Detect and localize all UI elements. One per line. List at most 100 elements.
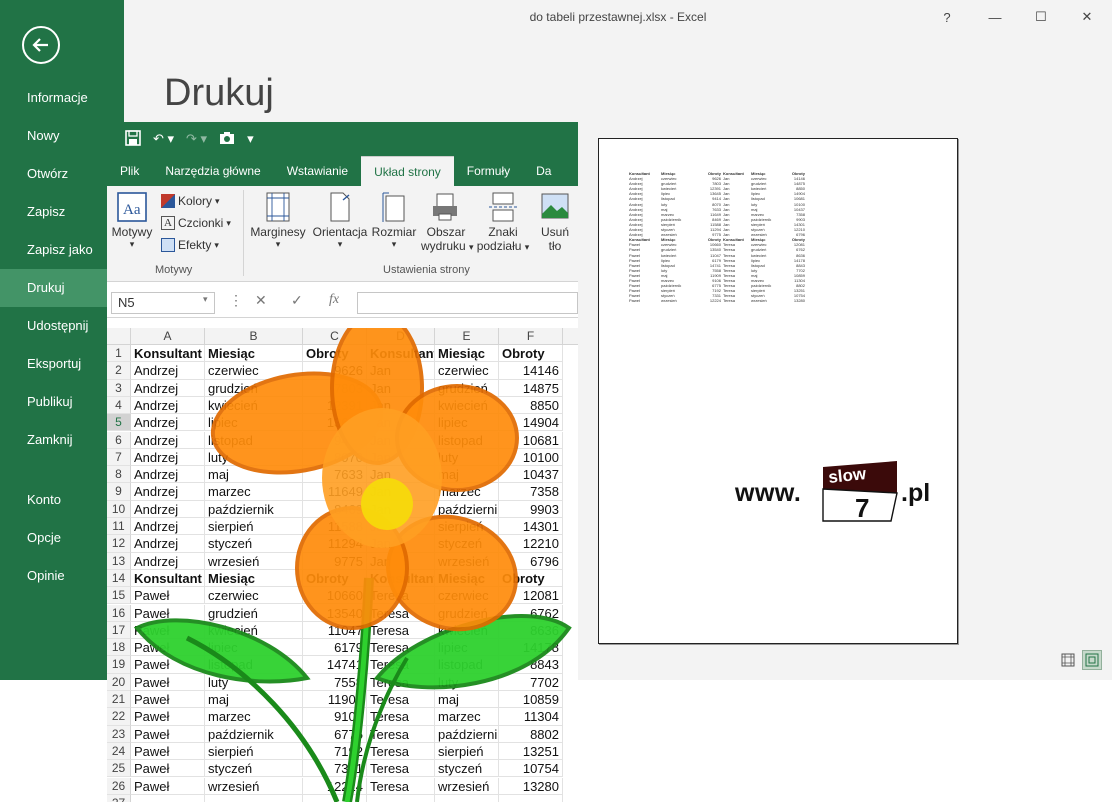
cell[interactable]: luty (205, 448, 303, 467)
row-header[interactable]: 8 (107, 466, 131, 484)
column-header-a[interactable]: A (131, 328, 205, 345)
cell[interactable]: 11294 (303, 535, 367, 553)
cell[interactable]: Teresa (367, 742, 435, 761)
cell[interactable]: 6179 (303, 639, 367, 657)
cell[interactable]: Jan (367, 552, 435, 570)
rozmiar-button[interactable]: Rozmiar ▾ (371, 192, 417, 250)
row-header[interactable]: 27 (107, 794, 131, 802)
cell[interactable]: luty (435, 673, 499, 691)
cell[interactable]: 10859 (499, 691, 563, 709)
row-header[interactable]: 23 (107, 725, 131, 743)
cell[interactable]: Konsultant (131, 569, 205, 588)
redo-icon[interactable]: ↷ ▾ (186, 131, 207, 147)
tab-dane[interactable]: Da (523, 156, 564, 186)
cell[interactable]: marzec (205, 708, 303, 726)
cell[interactable]: 8636 (499, 621, 563, 640)
nav-publikuj[interactable]: Publikuj (0, 383, 124, 421)
tab-narzedzia-glowne[interactable]: Narzędzia główne (152, 156, 273, 186)
cell[interactable]: kwiecień (435, 396, 499, 415)
cell[interactable]: lipiec (205, 639, 303, 657)
cell[interactable]: Jan (367, 431, 435, 449)
cell[interactable]: Teresa (367, 639, 435, 657)
cell[interactable]: 12224 (303, 777, 367, 795)
cell[interactable]: Teresa (367, 708, 435, 726)
cell[interactable]: Miesiąc (435, 345, 499, 363)
cell[interactable]: Miesiąc (205, 345, 303, 363)
cell[interactable]: 6796 (499, 552, 563, 570)
cell[interactable]: 7358 (499, 483, 563, 501)
cell[interactable]: wrzesień (205, 777, 303, 795)
cell[interactable] (367, 794, 435, 802)
nav-udostepnij[interactable]: Udostępnij (0, 307, 124, 345)
cell[interactable]: 14178 (499, 639, 563, 657)
cell[interactable]: 14301 (499, 518, 563, 536)
close-button[interactable]: ✕ (1064, 0, 1110, 34)
row-header[interactable]: 22 (107, 708, 131, 726)
cell[interactable]: Jan (367, 414, 435, 432)
cell[interactable]: Paweł (131, 708, 205, 726)
cell[interactable]: 13251 (499, 742, 563, 761)
cell[interactable]: Teresa (367, 587, 435, 605)
nav-opinie[interactable]: Opinie (0, 557, 124, 595)
cell[interactable]: Andrzej (131, 431, 205, 449)
row-header[interactable]: 9 (107, 483, 131, 501)
cell[interactable]: październik (205, 500, 303, 518)
cell[interactable]: Obroty (499, 345, 563, 363)
cell[interactable]: czerwiec (205, 587, 303, 605)
cell[interactable]: sierpień (205, 518, 303, 536)
nav-nowy[interactable]: Nowy (0, 117, 124, 155)
name-box-dropdown-icon[interactable]: ▾ (203, 294, 208, 305)
cell[interactable]: 7192 (303, 742, 367, 761)
cell[interactable]: Teresa (367, 725, 435, 743)
row-header[interactable]: 13 (107, 552, 131, 570)
cell[interactable]: 13540 (303, 604, 367, 622)
cell[interactable]: luty (205, 673, 303, 691)
cell[interactable]: maj (435, 691, 499, 709)
cell[interactable]: wrzesień (435, 777, 499, 795)
cell[interactable]: 13280 (499, 777, 563, 795)
cell[interactable]: maj (205, 691, 303, 709)
maximize-button[interactable]: ☐ (1018, 0, 1064, 34)
cell[interactable]: Jan (367, 396, 435, 415)
cell[interactable]: Paweł (131, 587, 205, 605)
cell[interactable]: Konsultant (131, 345, 205, 363)
insert-function-icon[interactable]: fx (329, 292, 339, 308)
cell[interactable]: Paweł (131, 742, 205, 761)
row-header[interactable]: 1 (107, 345, 131, 363)
cell[interactable]: Teresa (367, 604, 435, 622)
tab-formuly[interactable]: Formuły (454, 156, 523, 186)
cell[interactable]: listopad (435, 431, 499, 449)
row-header[interactable]: 2 (107, 362, 131, 380)
row-header[interactable]: 16 (107, 604, 131, 622)
cell[interactable]: grudzień (205, 604, 303, 622)
row-header[interactable]: 25 (107, 760, 131, 778)
row-header[interactable]: 17 (107, 621, 131, 640)
enter-icon[interactable]: ✓ (291, 292, 303, 309)
cell[interactable]: październik (435, 500, 499, 518)
cell[interactable]: Paweł (131, 639, 205, 657)
cell[interactable]: marzec (435, 708, 499, 726)
row-header[interactable]: 24 (107, 742, 131, 761)
kolory-button[interactable]: Kolory ▾ (161, 194, 220, 208)
cell[interactable]: 6762 (499, 604, 563, 622)
cell[interactable]: 12210 (499, 535, 563, 553)
row-header[interactable]: 5 (107, 414, 131, 432)
cell[interactable]: 11909 (303, 691, 367, 709)
cell[interactable]: 7331 (303, 760, 367, 778)
tab-plik[interactable]: Plik (107, 156, 152, 186)
cell[interactable] (303, 794, 367, 802)
cell[interactable]: 12081 (499, 587, 563, 605)
select-all-corner[interactable] (107, 328, 131, 345)
cell[interactable]: styczeń (205, 760, 303, 778)
cell[interactable]: Paweł (131, 604, 205, 622)
row-header[interactable]: 3 (107, 379, 131, 397)
cell[interactable]: 6775 (303, 725, 367, 743)
cell[interactable]: styczeń (435, 535, 499, 553)
nav-eksportuj[interactable]: Eksportuj (0, 345, 124, 383)
cell[interactable]: lipiec (435, 414, 499, 432)
cell[interactable] (131, 794, 205, 802)
row-header[interactable]: 19 (107, 656, 131, 674)
undo-icon[interactable]: ↶ ▾ (153, 131, 174, 147)
cell[interactable]: 7633 (303, 466, 367, 484)
cell[interactable]: Jan (367, 448, 435, 467)
